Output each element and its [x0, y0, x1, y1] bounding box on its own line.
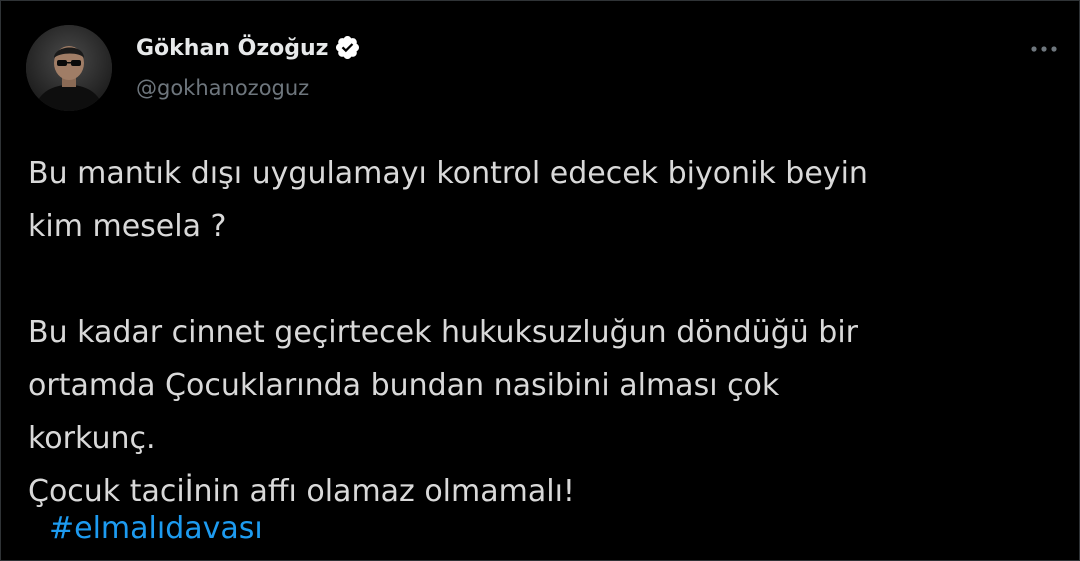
more-options-button[interactable]	[1024, 35, 1064, 63]
avatar-photo	[26, 25, 112, 111]
display-name-text: Gökhan Özoğuz	[136, 36, 329, 61]
tweet-paragraph: Bu kadar cinnet geçirtecek hukuksuzluğun…	[28, 315, 858, 509]
hashtag-link[interactable]: #elmalıdavası	[49, 504, 263, 554]
user-handle[interactable]: @gokhanozoguz	[136, 73, 309, 103]
tweet-paragraph: Bu mantık dışı uygulamayı kontrol edecek…	[28, 156, 868, 244]
more-horizontal-icon	[1031, 46, 1057, 52]
tweet-text: Bu mantık dışı uygulamayı kontrol edecek…	[28, 147, 1068, 518]
avatar[interactable]	[26, 25, 112, 111]
verified-badge-icon	[334, 34, 361, 61]
display-name[interactable]: Gökhan Özoğuz	[136, 34, 361, 64]
tweet-card: Gökhan Özoğuz @gokhanozoguz Bu mantık dı…	[0, 0, 1080, 561]
